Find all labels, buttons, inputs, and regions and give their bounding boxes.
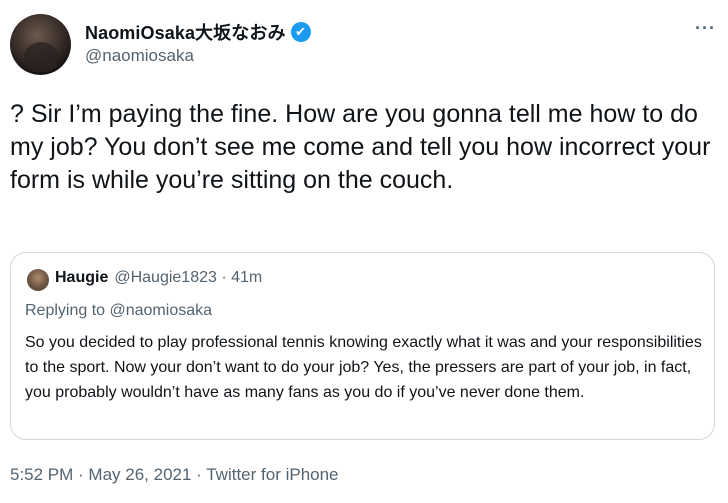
author-handle[interactable]: @naomiosaka [85, 46, 194, 66]
quoted-handle-time: @Haugie1823 · 41m [114, 269, 263, 286]
author-name-row: NaomiOsaka大坂なおみ ✔ [85, 19, 311, 45]
quoted-header: Haugie @Haugie1823 · 41m [55, 269, 262, 287]
author-avatar[interactable] [10, 14, 71, 75]
author-display-name[interactable]: NaomiOsaka大坂なおみ [85, 19, 286, 45]
quoted-replying-to: Replying to @naomiosaka [25, 302, 213, 319]
quoted-text: So you decided to play professional tenn… [25, 334, 702, 401]
quoted-author-avatar [27, 269, 49, 291]
more-options-icon[interactable]: ··· [695, 18, 716, 39]
verified-badge-icon: ✔ [290, 22, 311, 42]
tweet-text: ? Sir I’m paying the fine. How are you g… [10, 100, 711, 194]
quoted-tweet[interactable]: Haugie @Haugie1823 · 41m Replying to @na… [10, 252, 715, 440]
quoted-display-name: Haugie [55, 269, 109, 286]
tweet-timestamp[interactable]: 5:52 PM · May 26, 2021 · Twitter for iPh… [10, 465, 339, 485]
